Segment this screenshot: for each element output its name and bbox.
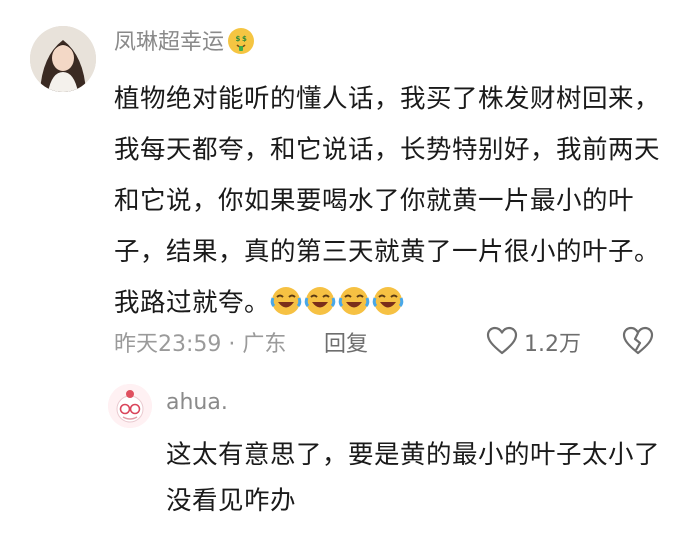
svg-text:$: $ xyxy=(242,35,247,43)
comment-meta: 昨天23:59 · 广东 xyxy=(114,326,286,358)
heart-outline-icon[interactable] xyxy=(486,326,518,356)
reply-text: 这太有意思了，要是黄的最小的叶子太小了没看见咋办 xyxy=(166,440,661,516)
broken-heart-icon[interactable] xyxy=(622,326,654,356)
comment-item: 凤琳超幸运 $ $ 植物绝对能听的懂人话，我买了株发财树回来，我每天都夸，和它说… xyxy=(0,0,690,535)
svg-text:$: $ xyxy=(236,35,241,43)
reply-item: ahua. 这太有意思了，要是黄的最小的叶子太小了没看见咋办 xyxy=(108,384,678,534)
laughing-crying-emoji-icon xyxy=(304,284,336,316)
username-text: 凤琳超幸运 xyxy=(114,30,225,55)
comment-time: 昨天23:59 xyxy=(114,332,222,357)
reply-avatar[interactable] xyxy=(108,384,152,428)
reply-username[interactable]: ahua. xyxy=(166,390,228,415)
like-count: 1.2万 xyxy=(524,332,581,357)
comment-body: 植物绝对能听的懂人话，我买了株发财树回来，我每天都夸，和它说话，长势特别好，我前… xyxy=(114,74,674,329)
reply-avatar-illustration xyxy=(108,384,152,428)
laughing-crying-emoji-icon xyxy=(372,284,404,316)
laughing-crying-emoji-icon xyxy=(338,284,370,316)
username[interactable]: 凤琳超幸运 $ $ xyxy=(114,26,255,60)
avatar[interactable] xyxy=(30,26,96,92)
reply-button[interactable]: 回复 xyxy=(324,326,368,358)
meta-separator: · xyxy=(228,332,236,357)
comment-location: 广东 xyxy=(242,332,287,357)
comment-meta-row: 昨天23:59 · 广东 回复 1.2万 xyxy=(114,322,674,366)
money-face-emoji-icon: $ $ xyxy=(228,28,255,54)
comment-text: 植物绝对能听的懂人话，我买了株发财树回来，我每天都夸，和它说话，长势特别好，我前… xyxy=(114,84,661,318)
laughing-crying-emoji-icon xyxy=(270,284,302,316)
avatar-photo xyxy=(30,26,96,92)
